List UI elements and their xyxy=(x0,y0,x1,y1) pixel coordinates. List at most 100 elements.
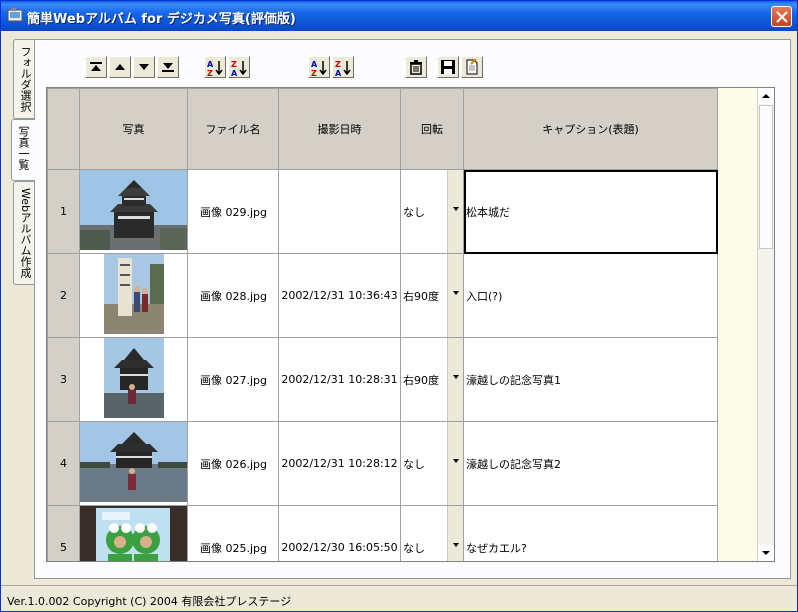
caption-cell[interactable]: 松本城だ xyxy=(463,169,718,254)
date-cell[interactable]: 2002/12/31 10:28:12 xyxy=(278,421,401,506)
filename-cell[interactable]: 画像 025.jpg xyxy=(187,505,279,561)
caption-cell[interactable]: 濠越しの記念写真2 xyxy=(463,421,718,506)
scroll-down-icon xyxy=(762,551,770,555)
rotation-value: 右90度 xyxy=(403,289,439,303)
rotation-dropdown-button[interactable] xyxy=(447,422,463,505)
rotation-value: なし xyxy=(403,457,425,471)
svg-text:Z: Z xyxy=(311,69,317,77)
save-button[interactable] xyxy=(437,56,459,78)
table-row[interactable]: 3 画像 027.jpg 2002/12/31 10:28:31 右90度 濠越… xyxy=(47,337,718,422)
row-number: 5 xyxy=(47,505,80,561)
rotation-dropdown-button[interactable] xyxy=(447,170,463,253)
close-button[interactable] xyxy=(771,6,792,27)
svg-text:Z: Z xyxy=(207,69,213,77)
date-cell[interactable]: 2002/12/31 10:28:31 xyxy=(278,337,401,422)
photo-list-panel: A Z Z A A Z Z A 写真 ファイル名 撮影日時 回転 キャプション(… xyxy=(34,39,791,579)
column-header-filename[interactable]: ファイル名 xyxy=(187,88,279,170)
move-bottom-button[interactable] xyxy=(157,56,179,78)
rotation-dropdown-button[interactable] xyxy=(447,254,463,337)
delete-button[interactable] xyxy=(405,56,427,78)
column-header-rotation[interactable]: 回転 xyxy=(400,88,464,170)
rotation-dropdown-button[interactable] xyxy=(447,506,463,561)
floppy-disk-icon xyxy=(441,60,455,74)
entrance-photo xyxy=(80,254,187,334)
photo-thumbnail[interactable] xyxy=(79,169,188,254)
column-header-caption[interactable]: キャプション(表題) xyxy=(463,88,718,170)
sort-date-desc-button[interactable]: Z A xyxy=(332,56,354,78)
row-number: 4 xyxy=(47,421,80,506)
table-row[interactable]: 5 画像 025.jpg 2002/12/30 16:05:50 なし なぜカエ… xyxy=(47,505,718,561)
scroll-down-button[interactable] xyxy=(758,545,774,561)
vertical-tabs: フォルダ選択 写真一覧 Webアルバム作成 xyxy=(8,39,35,579)
move-up-button[interactable] xyxy=(109,56,131,78)
filename-cell[interactable]: 画像 026.jpg xyxy=(187,421,279,506)
tab-web-album-create[interactable]: Webアルバム作成 xyxy=(13,181,34,285)
column-header-photo[interactable]: 写真 xyxy=(79,88,188,170)
header-row: 写真 ファイル名 撮影日時 回転 キャプション(表題) xyxy=(47,88,718,170)
sort-filename-asc-button[interactable]: A Z xyxy=(204,56,226,78)
move-down-button[interactable] xyxy=(133,56,155,78)
tab-label: フォルダ選択 xyxy=(19,46,32,112)
rotation-select[interactable]: なし xyxy=(400,505,464,561)
rotation-select[interactable]: 右90度 xyxy=(400,253,464,338)
photo-thumbnail[interactable] xyxy=(79,505,188,561)
table-row[interactable]: 2 画像 028.jpg 2002/12/31 10:36:43 右90度 入口… xyxy=(47,253,718,338)
photo-thumbnail[interactable] xyxy=(79,253,188,338)
export-document-icon xyxy=(466,59,478,75)
move-top-button[interactable] xyxy=(85,56,107,78)
table-row[interactable]: 1 画像 029.jpg なし 松本城だ xyxy=(47,169,718,254)
date-cell[interactable]: 2002/12/30 16:05:50 xyxy=(278,505,401,561)
corner-cell xyxy=(47,88,80,170)
trash-icon xyxy=(410,60,422,75)
filename-cell[interactable]: 画像 029.jpg xyxy=(187,169,279,254)
svg-text:A: A xyxy=(311,60,318,69)
sort-date-asc-button[interactable]: A Z xyxy=(308,56,330,78)
svg-text:A: A xyxy=(207,60,214,69)
filename-cell[interactable]: 画像 027.jpg xyxy=(187,337,279,422)
frog-panel-photo xyxy=(80,506,187,561)
rotation-value: 右90度 xyxy=(403,373,439,387)
rotation-select[interactable]: なし xyxy=(400,169,464,254)
scroll-up-icon xyxy=(762,94,770,98)
photo-thumbnail[interactable] xyxy=(79,421,188,506)
caption-cell[interactable]: なぜカエル? xyxy=(463,505,718,561)
rotation-select[interactable]: なし xyxy=(400,421,464,506)
tab-photo-list[interactable]: 写真一覧 xyxy=(11,119,35,181)
dropdown-arrow-icon xyxy=(453,291,459,295)
dropdown-arrow-icon xyxy=(453,459,459,463)
caption-cell[interactable]: 入口(?) xyxy=(463,253,718,338)
date-cell[interactable] xyxy=(278,169,401,254)
tab-label: 写真一覧 xyxy=(17,126,30,170)
vertical-scrollbar[interactable] xyxy=(757,88,774,561)
move-bottom-icon xyxy=(162,63,174,72)
copyright-text: Ver.1.0.002 Copyright (C) 2004 有限会社プレステー… xyxy=(7,595,292,608)
dropdown-arrow-icon xyxy=(453,543,459,547)
export-button[interactable] xyxy=(461,56,483,78)
table-row[interactable]: 4 画像 026.jpg 2002/12/31 10:28:12 なし 濠越しの… xyxy=(47,421,718,506)
svg-text:Z: Z xyxy=(335,60,341,69)
filename-cell[interactable]: 画像 028.jpg xyxy=(187,253,279,338)
app-window: 簡単Webアルバム for デジカメ写真(評価版) フォルダ選択 写真一覧 We… xyxy=(0,0,798,612)
photo-grid[interactable]: 写真 ファイル名 撮影日時 回転 キャプション(表題) 1 画像 029.jpg… xyxy=(46,87,775,562)
app-icon xyxy=(7,8,23,22)
column-header-date[interactable]: 撮影日時 xyxy=(278,88,401,170)
sort-ascending-icon: A Z xyxy=(311,60,327,77)
svg-text:A: A xyxy=(335,69,342,77)
sort-filename-desc-button[interactable]: Z A xyxy=(228,56,250,78)
rotation-select[interactable]: 右90度 xyxy=(400,337,464,422)
close-icon xyxy=(776,11,788,23)
status-bar: Ver.1.0.002 Copyright (C) 2004 有限会社プレステー… xyxy=(1,585,797,611)
title-bar[interactable]: 簡単Webアルバム for デジカメ写真(評価版) xyxy=(1,1,797,31)
tab-folder-select[interactable]: フォルダ選択 xyxy=(13,39,34,119)
row-number: 2 xyxy=(47,253,80,338)
sort-descending-icon: Z A xyxy=(231,60,247,77)
scroll-thumb[interactable] xyxy=(759,105,773,249)
castle-moat-photo xyxy=(80,422,187,502)
caption-cell[interactable]: 濠越しの記念写真1 xyxy=(463,337,718,422)
rotation-value: なし xyxy=(403,541,425,555)
rotation-dropdown-button[interactable] xyxy=(447,338,463,421)
row-number: 1 xyxy=(47,169,80,254)
date-cell[interactable]: 2002/12/31 10:36:43 xyxy=(278,253,401,338)
scroll-up-button[interactable] xyxy=(758,88,774,104)
photo-thumbnail[interactable] xyxy=(79,337,188,422)
